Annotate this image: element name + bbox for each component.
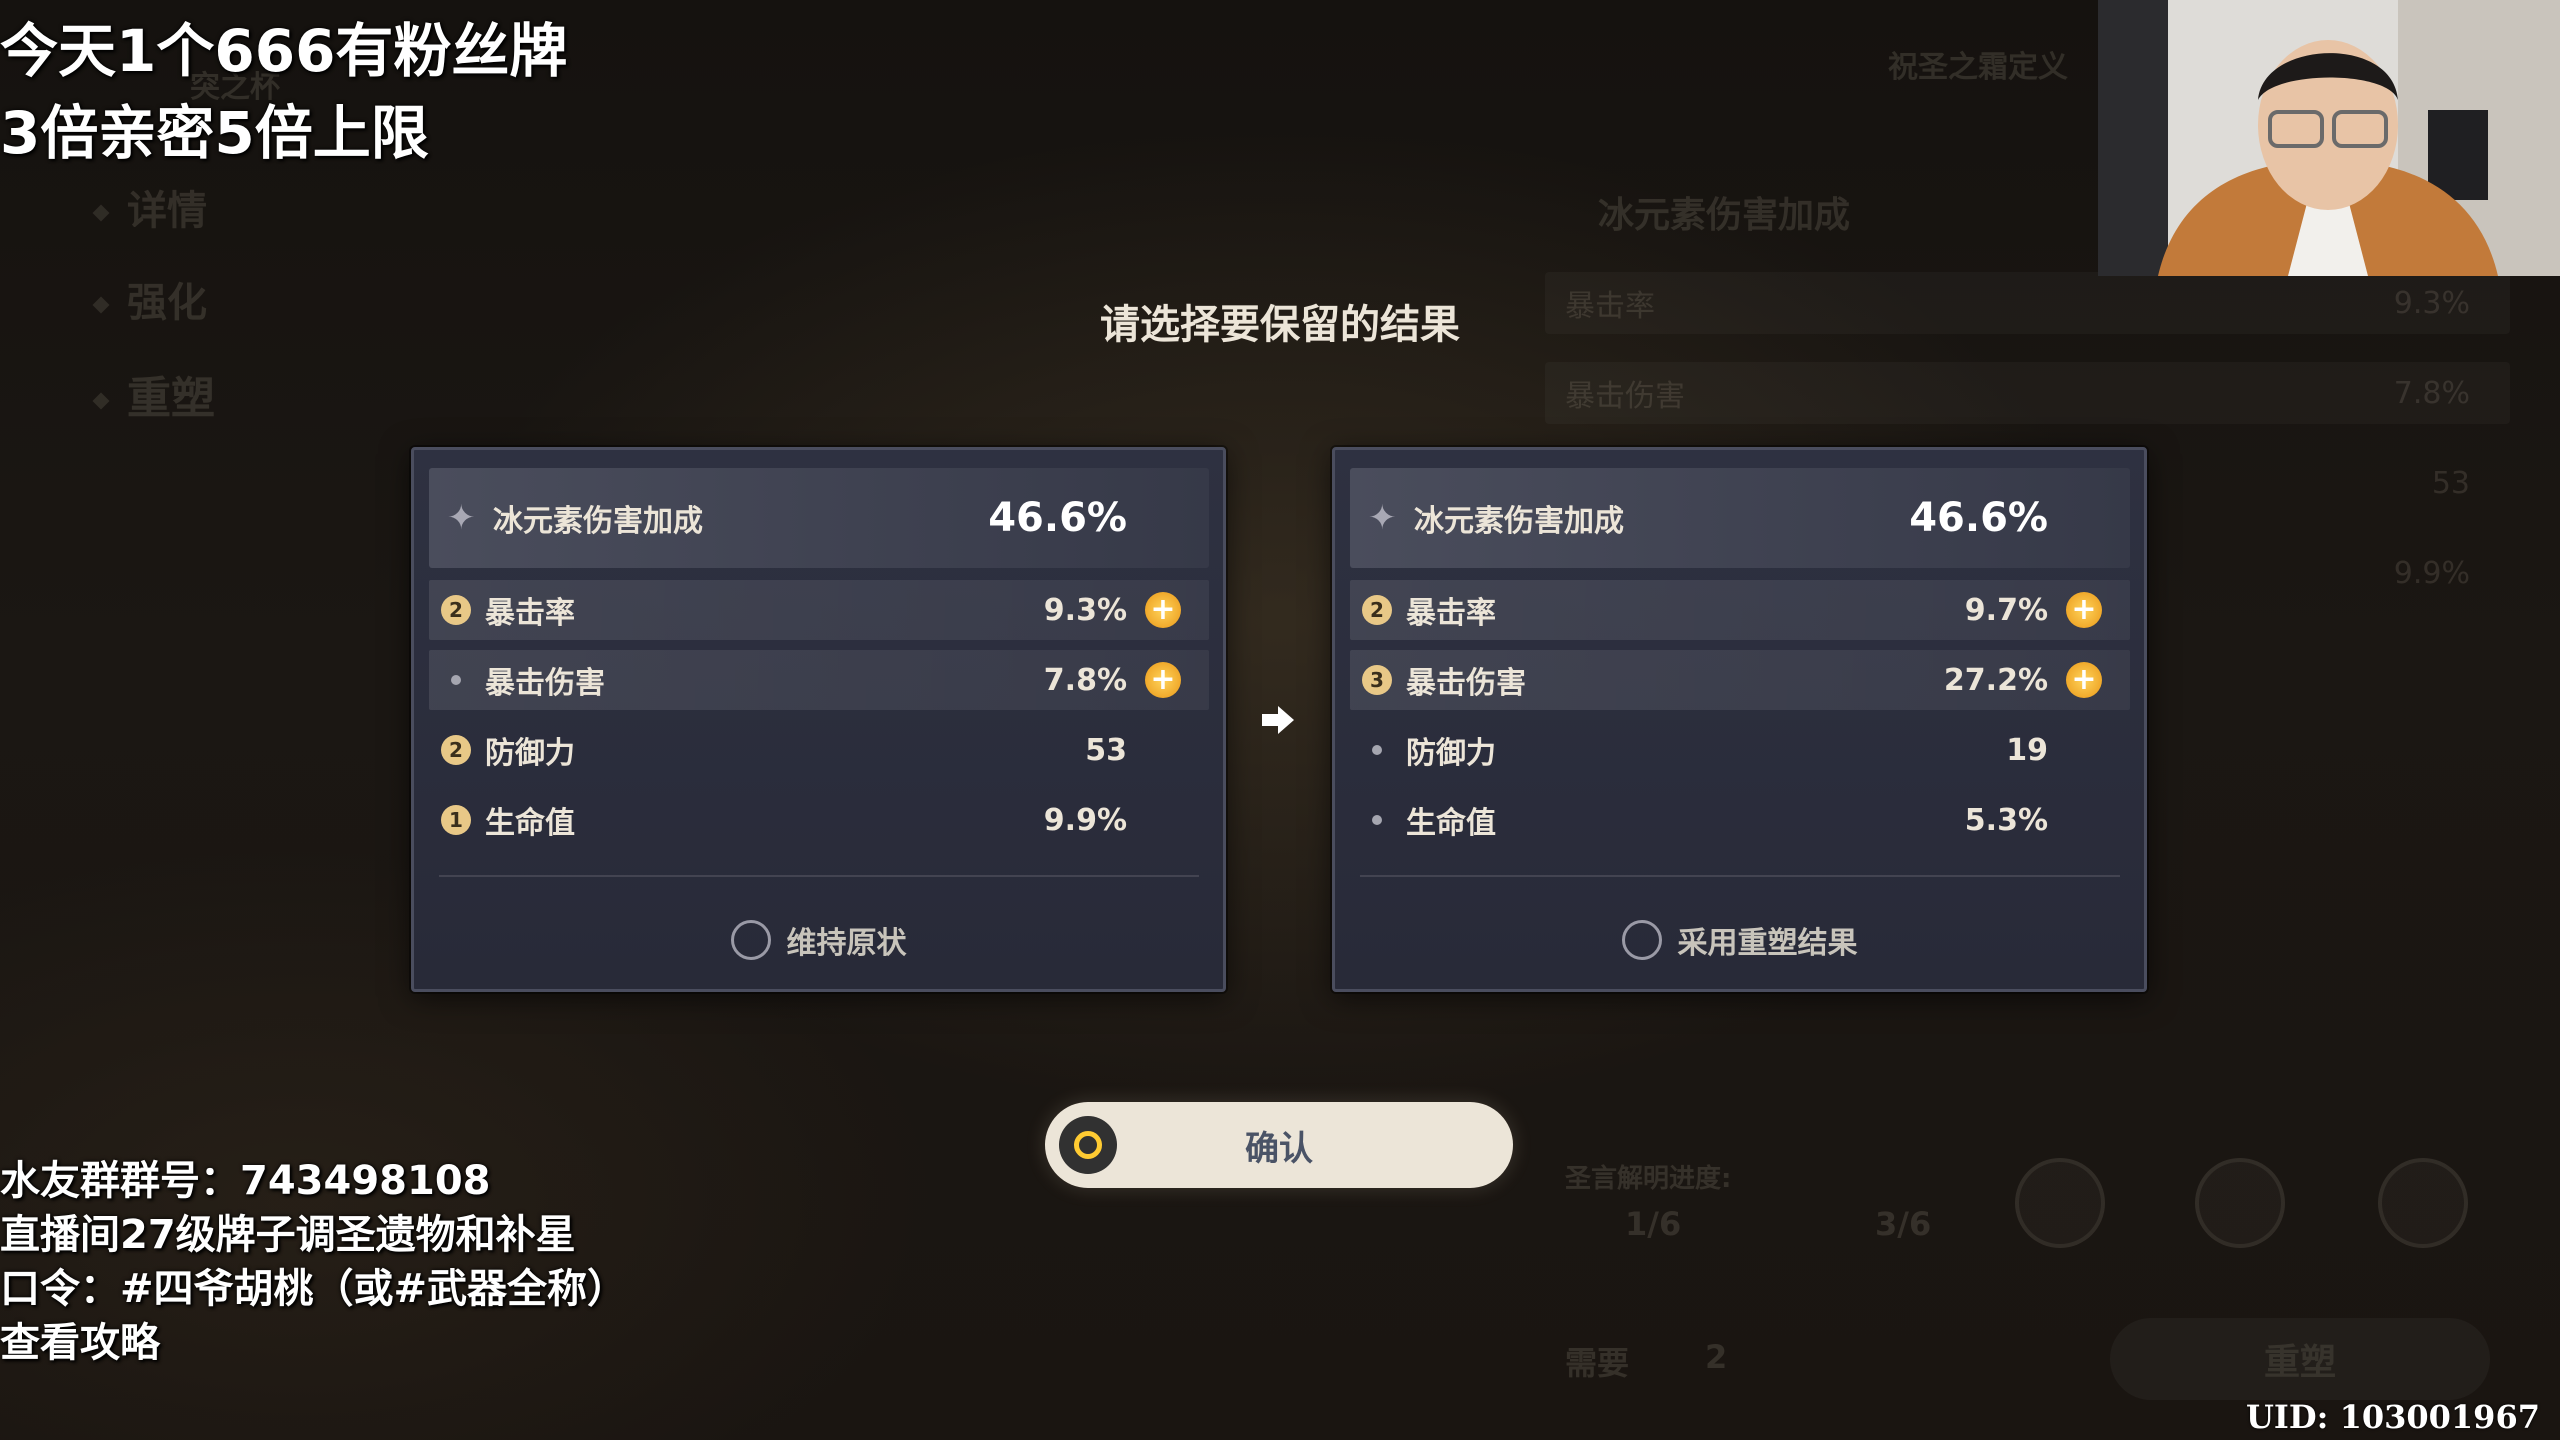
substat-label: 生命值 — [485, 806, 575, 841]
group-number-line: 水友群群号：743498108 — [0, 1158, 491, 1204]
reshape-button[interactable]: 重塑 — [2110, 1318, 2490, 1400]
substat-row: 1 生命值 9.9% — [429, 790, 1209, 850]
substat-value: 9.7% — [1964, 592, 2048, 628]
command-line: 口令：#四爷胡桃（或#武器全称） — [0, 1266, 628, 1312]
main-stat-value: 46.6% — [1909, 495, 2048, 541]
substat-label: 防御力 — [485, 736, 575, 771]
need-label: 需要 — [1565, 1344, 1630, 1382]
bullet-icon — [1362, 735, 1392, 765]
progress-to: 3/6 — [1875, 1205, 1932, 1243]
substat-row: 2 暴击率 9.7% + — [1350, 580, 2130, 640]
upgrade-count-badge: 1 — [441, 805, 471, 835]
substat-value: 7.8% — [1043, 662, 1127, 698]
diamond-icon — [92, 204, 110, 222]
substat-label: 生命值 — [1406, 806, 1496, 841]
menu-item-details[interactable]: 详情 — [92, 178, 207, 236]
bg-stat-value: 9.9% — [2393, 555, 2470, 591]
substat-row: 暴击伤害 7.8% + — [429, 650, 1209, 710]
confirm-label: 确认 — [1245, 1128, 1313, 1169]
main-stat-value: 46.6% — [988, 495, 1127, 541]
plus-icon: + — [1145, 662, 1181, 698]
option-label: 维持原状 — [786, 926, 907, 961]
constellation-node-icon — [2195, 1158, 2285, 1248]
bg-stat-label: 暴击伤害 — [1565, 379, 1685, 414]
substat-value: 27.2% — [1943, 662, 2048, 698]
substat-row: 2 防御力 53 — [429, 720, 1209, 780]
main-stat-label: 冰元素伤害加成 — [493, 504, 703, 539]
menu-item-reshape[interactable]: 重塑 — [92, 362, 215, 426]
upgrade-count-badge: 2 — [441, 595, 471, 625]
need-count: 2 — [1705, 1338, 1728, 1376]
bg-stat-value: 53 — [2431, 465, 2470, 501]
sparkle-icon: ✦ — [1368, 498, 1397, 538]
substat-value: 9.9% — [1043, 802, 1127, 838]
upgrade-count-badge: 2 — [441, 735, 471, 765]
substat-row: 2 暴击率 9.3% + — [429, 580, 1209, 640]
sparkle-icon: ✦ — [447, 498, 476, 538]
set-tag[interactable]: 祝圣之霜定义 — [1888, 42, 2068, 86]
radio-icon[interactable] — [730, 920, 771, 960]
substat-label: 防御力 — [1406, 736, 1496, 771]
info-line: 直播间27级牌子调圣遗物和补星 — [0, 1212, 576, 1258]
substat-label: 暴击率 — [485, 596, 575, 631]
original-result-card[interactable]: ✦ 冰元素伤害加成 46.6% 2 暴击率 9.3% + 暴击伤害 7.8% +… — [411, 447, 1226, 992]
menu-item-label: 重塑 — [127, 373, 215, 424]
bg-stat-row: 暴击伤害 7.8% — [1545, 362, 2510, 424]
substat-row: 3 暴击伤害 27.2% + — [1350, 650, 2130, 710]
bg-main-stat: 冰元素伤害加成 — [1598, 195, 1851, 236]
main-stat-row: ✦ 冰元素伤害加成 46.6% — [429, 468, 1209, 568]
substat-value: 5.3% — [1964, 802, 2048, 838]
constellation-node-icon — [2378, 1158, 2468, 1248]
bg-stat-value: 7.8% — [2393, 375, 2470, 411]
main-stat-row: ✦ 冰元素伤害加成 46.6% — [1350, 468, 2130, 568]
confirm-circle-icon — [1059, 1116, 1117, 1174]
bullet-icon — [1362, 805, 1392, 835]
divider — [439, 875, 1199, 877]
substat-row: 生命值 5.3% — [1350, 790, 2130, 850]
dialog-title: 请选择要保留的结果 — [1100, 302, 1460, 348]
plus-icon: + — [1145, 592, 1181, 628]
constellation-node-icon — [2015, 1158, 2105, 1248]
diamond-icon — [92, 392, 110, 410]
menu-item-label: 详情 — [127, 188, 207, 234]
adopt-reshape-option[interactable]: 采用重塑结果 — [1335, 905, 2144, 975]
upgrade-count-badge: 2 — [1362, 595, 1392, 625]
upgrade-count-badge: 3 — [1362, 665, 1392, 695]
substat-value: 19 — [2006, 732, 2048, 768]
keep-original-option[interactable]: 维持原状 — [414, 905, 1223, 975]
divider — [1360, 875, 2120, 877]
progress-label: 圣言解明进度: — [1565, 1164, 1732, 1194]
radio-icon[interactable] — [1621, 920, 1662, 960]
main-stat-label: 冰元素伤害加成 — [1414, 504, 1624, 539]
substat-label: 暴击伤害 — [1406, 666, 1526, 701]
plus-icon: + — [2066, 662, 2102, 698]
plus-icon: + — [2066, 592, 2102, 628]
streamer-portrait — [2098, 0, 2560, 276]
substat-label: 暴击伤害 — [485, 666, 605, 701]
progress-from: 1/6 — [1625, 1205, 1682, 1243]
promo-line-1: 今天1个666有粉丝牌 — [0, 17, 568, 85]
confirm-button[interactable]: 确认 — [1045, 1102, 1513, 1188]
guide-line: 查看攻略 — [0, 1320, 160, 1366]
reshape-button-label: 重塑 — [2263, 1342, 2336, 1383]
arrow-right-icon — [1262, 706, 1294, 734]
webcam-feed — [2098, 0, 2560, 276]
substat-label: 暴击率 — [1406, 596, 1496, 631]
substat-value: 9.3% — [1043, 592, 1127, 628]
bullet-icon — [441, 665, 471, 695]
promo-line-2: 3倍亲密5倍上限 — [0, 99, 429, 167]
substat-value: 53 — [1085, 732, 1127, 768]
substat-row: 防御力 19 — [1350, 720, 2130, 780]
reshape-result-card[interactable]: ✦ 冰元素伤害加成 46.6% 2 暴击率 9.7% + 3 暴击伤害 27.2… — [1332, 447, 2147, 992]
option-label: 采用重塑结果 — [1677, 926, 1858, 961]
uid-label: UID: 103001967 — [2246, 1398, 2540, 1436]
